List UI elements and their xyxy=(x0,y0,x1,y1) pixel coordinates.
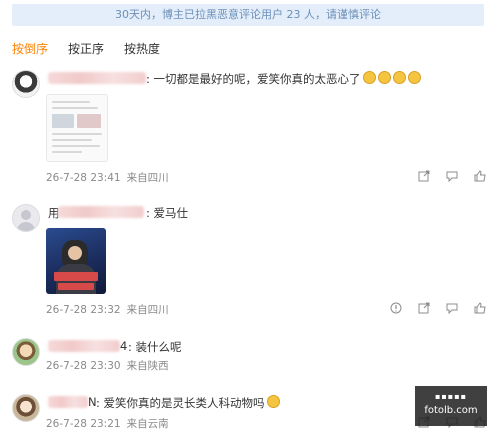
comment-location: 来自云南 xyxy=(126,418,169,430)
avatar[interactable] xyxy=(12,70,40,98)
comment-meta: 26-7-28 23:41 来自四川 xyxy=(46,170,169,185)
comment-time: 26-7-28 23:41 xyxy=(46,172,121,184)
emoji-icon xyxy=(392,71,406,84)
comment-location: 来自四川 xyxy=(126,172,169,184)
username-redacted[interactable] xyxy=(48,396,88,408)
tab-sort-hot[interactable]: 按热度 xyxy=(124,40,160,57)
username-redacted[interactable] xyxy=(48,72,146,84)
comment-text: : 装什么呢 xyxy=(128,340,182,354)
blocked-users-notice: 30天内，博主已拉黑恶意评论用户 23 人，请谨慎评论 xyxy=(12,4,484,26)
emoji-icon xyxy=(377,71,391,84)
comment-time: 26-7-28 23:32 xyxy=(46,304,121,316)
comment-time: 26-7-28 23:21 xyxy=(46,418,121,430)
comment-icon[interactable] xyxy=(446,302,458,314)
comment-text: : 爱马仕 xyxy=(146,206,189,220)
comment-item: : 一切都是最好的呢，爱笑你真的太恶心了 26-7-28 23:41 来自四川 xyxy=(0,66,500,194)
comment-item: 4 : 装什么呢 26-7-28 23:30 来自陕西 xyxy=(0,336,500,376)
comment-item: 用 : 爱马仕 26-7-28 23:32 来自四川 xyxy=(0,202,500,320)
avatar[interactable] xyxy=(12,204,40,232)
like-icon[interactable] xyxy=(474,170,486,182)
share-icon[interactable] xyxy=(418,170,430,182)
comment-meta: 26-7-28 23:30 来自陕西 xyxy=(46,358,169,373)
like-icon[interactable] xyxy=(474,302,486,314)
username-redacted[interactable] xyxy=(58,206,144,218)
emoji-icon xyxy=(266,395,280,408)
share-icon[interactable] xyxy=(418,302,430,314)
comment-image[interactable] xyxy=(46,228,106,294)
comment-text: : 爱笑你真的是灵长类人科动物吗 xyxy=(96,395,280,411)
watermark-site: fotolb.com xyxy=(424,405,478,416)
comment-time: 26-7-28 23:30 xyxy=(46,360,121,372)
comment-actions xyxy=(407,170,486,184)
avatar[interactable] xyxy=(12,394,40,422)
report-icon[interactable] xyxy=(390,302,402,314)
comment-location: 来自四川 xyxy=(126,304,169,316)
comment-icon[interactable] xyxy=(446,170,458,182)
username-redacted[interactable] xyxy=(48,340,120,352)
watermark-logo-text: ▪▪▪▪▪ xyxy=(434,392,468,401)
tab-sort-newest[interactable]: 按倒序 xyxy=(12,40,48,57)
comment-text: : 一切都是最好的呢，爱笑你真的太恶心了 xyxy=(146,71,421,87)
username-visible-part[interactable]: 4 xyxy=(120,339,127,353)
comment-location: 来自陕西 xyxy=(126,360,169,372)
tab-sort-oldest[interactable]: 按正序 xyxy=(68,40,104,57)
site-watermark: ▪▪▪▪▪ fotolb.com xyxy=(415,386,487,426)
avatar[interactable] xyxy=(12,338,40,366)
comment-actions xyxy=(379,302,486,316)
emoji-icon xyxy=(407,71,421,84)
comment-meta: 26-7-28 23:32 来自四川 xyxy=(46,302,169,317)
comment-image[interactable] xyxy=(46,94,108,162)
comment-meta: 26-7-28 23:21 来自云南 xyxy=(46,416,169,431)
emoji-icon xyxy=(362,71,376,84)
